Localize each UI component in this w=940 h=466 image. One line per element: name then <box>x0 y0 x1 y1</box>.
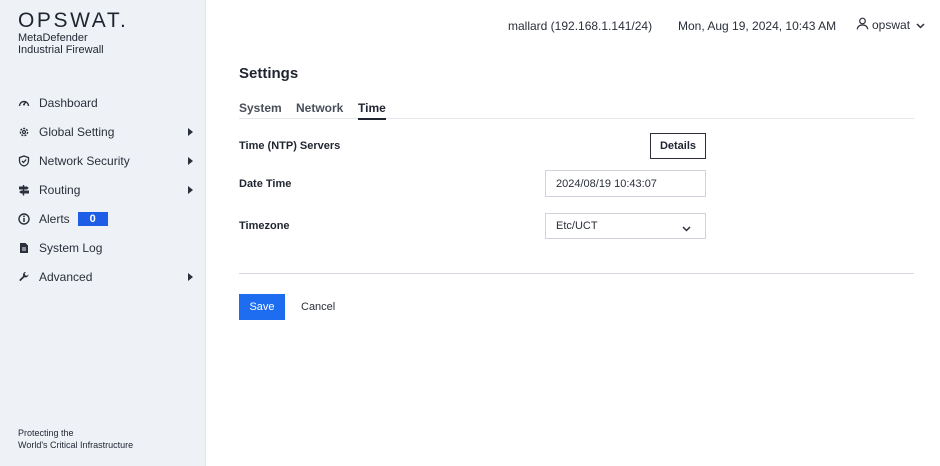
chevron-down-icon <box>682 223 691 235</box>
save-button[interactable]: Save <box>239 294 285 320</box>
tagline-line1: Protecting the <box>18 428 74 438</box>
document-icon <box>17 241 31 255</box>
gear-icon <box>17 125 31 139</box>
details-button[interactable]: Details <box>650 133 706 159</box>
timezone-label: Timezone <box>239 220 290 232</box>
submenu-arrow-icon <box>188 273 193 281</box>
page-title: Settings <box>239 65 299 82</box>
sidebar-item-label: Advanced <box>39 269 93 284</box>
cancel-button[interactable]: Cancel <box>297 294 339 320</box>
product-name: MetaDefender Industrial Firewall <box>18 32 104 56</box>
sidebar-item-label: Dashboard <box>39 95 98 110</box>
timezone-select[interactable]: Etc/UCT <box>545 213 706 239</box>
sidebar: OPSWAT. MetaDefender Industrial Firewall… <box>0 0 206 466</box>
form-divider <box>239 273 914 274</box>
user-menu[interactable]: opswat <box>856 17 928 33</box>
username: opswat <box>872 18 911 32</box>
user-icon <box>856 17 872 33</box>
sidebar-item-system-log[interactable]: System Log <box>0 233 206 262</box>
settings-tabs: System Network Time <box>239 101 914 120</box>
dashboard-gauge-icon <box>17 96 31 110</box>
sidebar-item-label: Global Setting <box>39 124 115 139</box>
ntp-servers-label: Time (NTP) Servers <box>239 140 341 152</box>
submenu-arrow-icon <box>188 186 193 194</box>
tab-time[interactable]: Time <box>358 101 386 120</box>
sidebar-item-label: Routing <box>39 182 81 197</box>
shield-check-icon <box>17 154 31 168</box>
timezone-selected-value: Etc/UCT <box>556 220 598 232</box>
opswat-logo: OPSWAT. <box>18 9 129 32</box>
info-circle-icon <box>17 212 31 226</box>
date-time-field[interactable] <box>545 170 706 197</box>
sidebar-item-dashboard[interactable]: Dashboard <box>0 88 206 117</box>
host-info: mallard (192.168.1.141/24) <box>508 19 653 33</box>
sidebar-item-routing[interactable]: Routing <box>0 175 206 204</box>
submenu-arrow-icon <box>188 157 193 165</box>
sidebar-footer-tagline: Protecting the World's Critical Infrastr… <box>18 427 133 451</box>
product-name-line2: Industrial Firewall <box>18 44 104 56</box>
wrench-icon <box>17 270 31 284</box>
sidebar-item-label: Alerts <box>39 211 70 226</box>
alerts-count-badge: 0 <box>77 211 108 226</box>
sidebar-item-advanced[interactable]: Advanced <box>0 262 206 291</box>
sidebar-nav: Dashboard Global Setting Network Securit… <box>0 88 206 291</box>
tab-network[interactable]: Network <box>296 101 343 118</box>
chevron-down-icon <box>916 18 928 32</box>
current-datetime: Mon, Aug 19, 2024, 10:43 AM <box>678 19 837 33</box>
sidebar-item-label: System Log <box>39 240 103 255</box>
product-name-line1: MetaDefender <box>18 32 88 44</box>
date-time-label: Date Time <box>239 178 292 190</box>
tagline-line2: World's Critical Infrastructure <box>18 440 134 450</box>
sidebar-item-global-setting[interactable]: Global Setting <box>0 117 206 146</box>
submenu-arrow-icon <box>188 128 193 136</box>
signpost-icon <box>17 183 31 197</box>
sidebar-item-network-security[interactable]: Network Security <box>0 146 206 175</box>
sidebar-item-alerts[interactable]: Alerts 0 <box>0 204 206 233</box>
tab-system[interactable]: System <box>239 101 282 118</box>
sidebar-item-label: Network Security <box>39 153 130 168</box>
